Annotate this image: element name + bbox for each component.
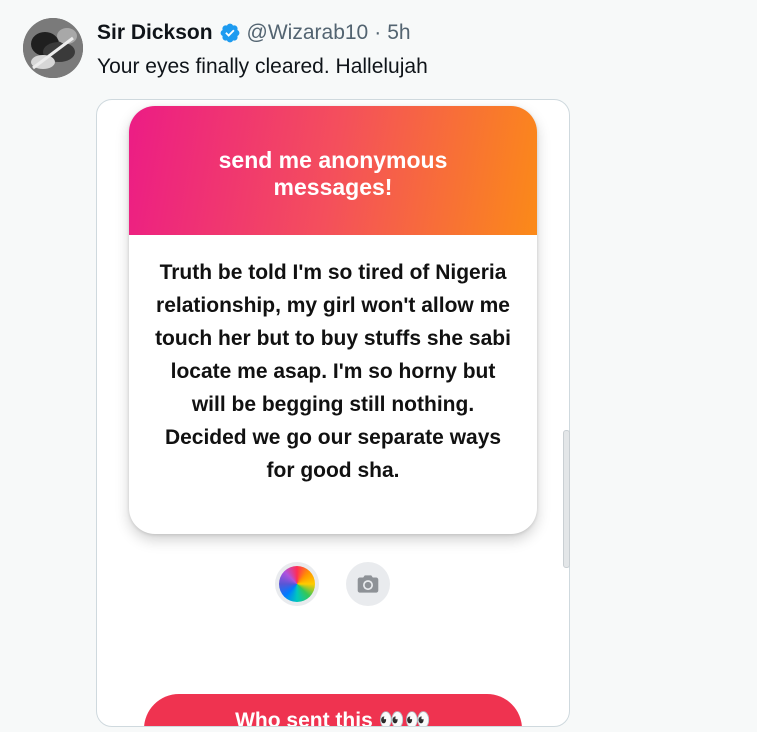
avatar-image-icon <box>23 18 83 78</box>
author-handle[interactable]: @Wizarab10 <box>247 19 369 47</box>
color-wheel-icon <box>279 566 315 602</box>
tweet-header: Sir Dickson @Wizarab10 · 5h <box>97 19 411 47</box>
camera-button[interactable] <box>346 562 390 606</box>
tweet-timestamp[interactable]: 5h <box>387 19 410 47</box>
author-name[interactable]: Sir Dickson <box>97 19 213 47</box>
anonymous-message-card: send me anonymous messages! Truth be tol… <box>129 106 537 534</box>
card-title: send me anonymous messages! <box>218 146 448 200</box>
separator-dot: · <box>374 21 382 44</box>
scrollbar-handle[interactable] <box>563 430 570 568</box>
verified-badge-icon[interactable] <box>219 22 241 44</box>
who-sent-this-button[interactable]: Who sent this 👀👀 <box>144 694 522 726</box>
avatar[interactable] <box>23 18 83 78</box>
tweet: Sir Dickson @Wizarab10 · 5h Your eyes fi… <box>0 0 757 732</box>
camera-icon <box>357 575 379 593</box>
color-picker-button[interactable] <box>275 562 319 606</box>
card-header: send me anonymous messages! <box>129 106 537 235</box>
tweet-media[interactable]: send me anonymous messages! Truth be tol… <box>96 99 570 727</box>
card-message: Truth be told I'm so tired of Nigeria re… <box>155 261 511 482</box>
tweet-text: Your eyes finally cleared. Hallelujah <box>97 55 428 78</box>
